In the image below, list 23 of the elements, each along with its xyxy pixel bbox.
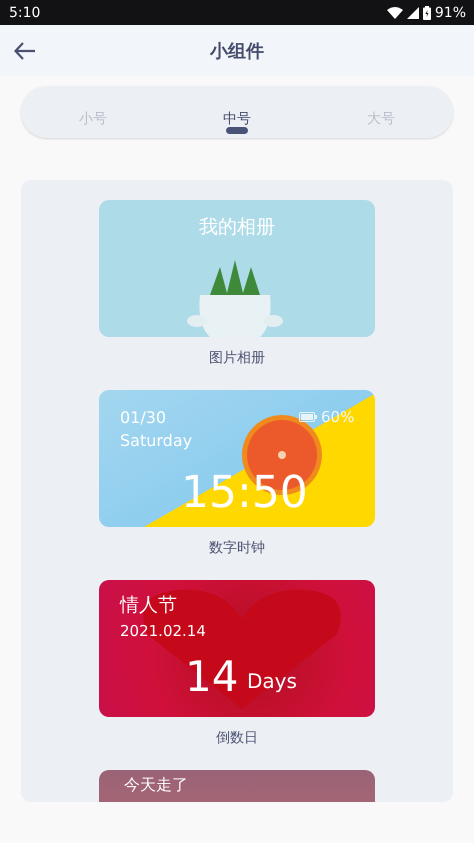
days-unit: Days — [247, 669, 297, 693]
wifi-icon — [386, 6, 403, 18]
signal-icon — [406, 6, 419, 18]
steps-title: 今天走了 — [124, 775, 188, 795]
weekday-text: Saturday — [120, 431, 192, 450]
widget-caption: 数字时钟 — [209, 539, 265, 557]
widget-title: 我的相册 — [198, 215, 276, 240]
days-count: 14 — [185, 652, 238, 702]
event-title: 情人节 — [120, 593, 177, 618]
date-text: 01/30 — [120, 408, 166, 427]
size-tab[interactable]: 中号 — [223, 86, 251, 138]
battery-percent: 91% — [434, 4, 466, 20]
battery-icon — [422, 6, 431, 20]
steps-widget-card[interactable]: 今天走了 — [99, 770, 375, 802]
photo-widget-card[interactable]: 我的相册 — [99, 200, 375, 337]
page-title: 小组件 — [210, 40, 264, 62]
tab-indicator — [226, 127, 248, 134]
battery-icon — [299, 412, 317, 422]
widget-caption: 图片相册 — [209, 349, 265, 367]
countdown-widget-card[interactable]: 情人节 2021.02.14 14 Days — [99, 580, 375, 717]
widget-caption: 倒数日 — [216, 729, 258, 747]
status-time: 5:10 — [9, 4, 42, 20]
event-date: 2021.02.14 — [120, 622, 206, 640]
